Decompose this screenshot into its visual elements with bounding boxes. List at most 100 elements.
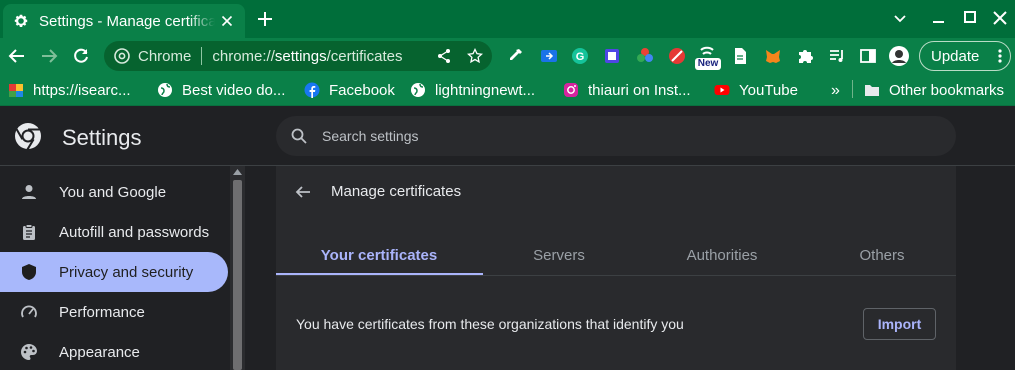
other-bookmarks[interactable]: Other bookmarks [864, 81, 1004, 99]
sidebar-item-label: Appearance [59, 343, 140, 361]
bookmark-label: lightningnewt... [435, 81, 536, 99]
gear-icon [14, 14, 28, 27]
forward-icon[interactable] [39, 46, 59, 66]
tab-authorities[interactable]: Authorities [637, 236, 807, 276]
sidebar-item-label: Autofill and passwords [59, 223, 210, 241]
isearch-favicon [9, 84, 23, 97]
bookmark-label: https://isearc... [33, 81, 131, 99]
omnibox-divider [201, 47, 203, 65]
url-path: /certificates [326, 47, 403, 65]
tab-your-certificates[interactable]: Your certificates [294, 236, 464, 276]
omnibox-chip: Chrome [138, 47, 192, 65]
document-extension-icon[interactable] [731, 47, 749, 65]
instagram-icon [564, 83, 578, 97]
bookmark-label: thiauri on Inst... [588, 81, 691, 99]
sidebar-item-label: You and Google [59, 183, 167, 201]
new-badge: New [695, 58, 721, 70]
reload-icon[interactable] [71, 46, 91, 66]
update-label: Update [931, 47, 980, 65]
bookmarks-bar: https://isearc... Best video do... Faceb… [0, 74, 1015, 106]
bookmarks-overflow-button[interactable]: » [831, 82, 840, 100]
subpage-title: Manage certificates [331, 183, 462, 200]
tab-servers[interactable]: Servers [474, 236, 644, 276]
settings-sidebar: You and Google Autofill and passwords Pr… [0, 166, 230, 370]
close-icon[interactable] [219, 13, 235, 29]
sidebar-scrollbar[interactable] [230, 166, 245, 370]
puzzle-icon[interactable] [796, 47, 814, 65]
side-panel-icon[interactable] [859, 47, 877, 65]
facebook-icon [304, 82, 320, 98]
bookmark-best-video[interactable]: Best video do... [157, 81, 285, 99]
bookmark-isearch[interactable]: https://isearc... [8, 81, 131, 99]
bookmark-facebook[interactable]: Facebook [304, 81, 395, 99]
maximize-icon[interactable] [960, 8, 980, 28]
search-input[interactable] [322, 128, 922, 144]
youtube-icon [714, 85, 730, 95]
bookmarks-divider [852, 80, 853, 98]
address-bar[interactable]: Chrome chrome://settings/certificates [104, 41, 492, 71]
active-tab-indicator [276, 273, 483, 275]
clipboard-icon [23, 224, 35, 240]
more-vert-icon[interactable] [998, 49, 1002, 63]
globe-icon [411, 83, 425, 97]
other-bookmarks-label: Other bookmarks [889, 81, 1005, 99]
minimize-icon[interactable] [929, 8, 949, 28]
shield-icon [22, 264, 36, 280]
speedometer-icon [21, 305, 37, 318]
back-arrow-icon[interactable] [294, 183, 312, 201]
tab-title: Settings - Manage certificates [39, 12, 215, 30]
bookmark-lightningnewt[interactable]: lightningnewt... [410, 81, 535, 99]
sidebar-item-autofill[interactable]: Autofill and passwords [0, 212, 228, 252]
url-host: settings [274, 47, 327, 65]
settings-header: Settings [0, 106, 1015, 166]
bookmark-instagram[interactable]: thiauri on Inst... [563, 81, 691, 99]
person-icon [22, 185, 36, 199]
chrome-logo-icon [15, 123, 41, 150]
url-scheme: chrome:// [212, 47, 275, 65]
sidebar-item-appearance[interactable]: Appearance [0, 332, 228, 370]
browser-tab-active[interactable]: Settings - Manage certificates [3, 4, 245, 38]
bookmark-youtube[interactable]: YouTube [714, 81, 798, 99]
sidebar-item-you-and-google[interactable]: You and Google [0, 172, 228, 212]
sidebar-item-label: Privacy and security [59, 263, 194, 281]
screen-share-extension-icon[interactable] [540, 47, 558, 65]
tab-others[interactable]: Others [797, 236, 967, 276]
search-icon [291, 128, 307, 144]
media-queue-icon[interactable] [828, 47, 846, 65]
adblock-extension-icon[interactable] [668, 47, 686, 65]
tab-strip: Settings - Manage certificates [0, 0, 1015, 38]
sidebar-item-label: Performance [59, 303, 145, 321]
new-tab-icon[interactable] [256, 10, 274, 28]
profile-avatar[interactable] [888, 45, 910, 67]
notes-extension-icon[interactable] [603, 47, 621, 65]
search-box[interactable] [276, 116, 956, 156]
certificate-tabs: Your certificates Servers Authorities Ot… [276, 236, 956, 276]
page-title: Settings [62, 125, 142, 150]
eyedropper-extension-icon[interactable] [506, 47, 524, 65]
bookmark-label: Facebook [329, 81, 395, 99]
chevron-down-icon[interactable] [890, 8, 910, 28]
colorpicker-extension-icon[interactable] [636, 47, 654, 65]
bookmark-label: Best video do... [182, 81, 286, 99]
scroll-up-icon[interactable] [233, 169, 242, 175]
back-icon[interactable] [7, 46, 27, 66]
card-header: Manage certificates [276, 166, 956, 218]
url-text[interactable]: chrome://settings/certificates [212, 48, 402, 65]
manage-certificates-card: Manage certificates Your certificates Se… [276, 166, 956, 370]
browser-toolbar: Chrome chrome://settings/certificates G [0, 38, 1015, 74]
metamask-extension-icon[interactable] [764, 47, 782, 65]
share-icon[interactable] [436, 48, 452, 64]
certificates-description: You have certificates from these organiz… [296, 316, 684, 332]
update-button[interactable]: Update [919, 41, 1011, 71]
bookmark-label: YouTube [739, 81, 798, 99]
import-button[interactable]: Import [863, 308, 936, 340]
star-icon[interactable] [467, 48, 483, 64]
chrome-site-icon[interactable] [114, 48, 130, 64]
sidebar-item-performance[interactable]: Performance [0, 292, 228, 332]
globe-icon [158, 83, 172, 97]
scrollbar-thumb[interactable] [233, 180, 242, 370]
palette-icon [21, 344, 37, 360]
sidebar-item-privacy[interactable]: Privacy and security [0, 252, 228, 292]
window-close-icon[interactable] [990, 8, 1010, 28]
grammarly-extension-icon[interactable]: G [571, 47, 589, 65]
